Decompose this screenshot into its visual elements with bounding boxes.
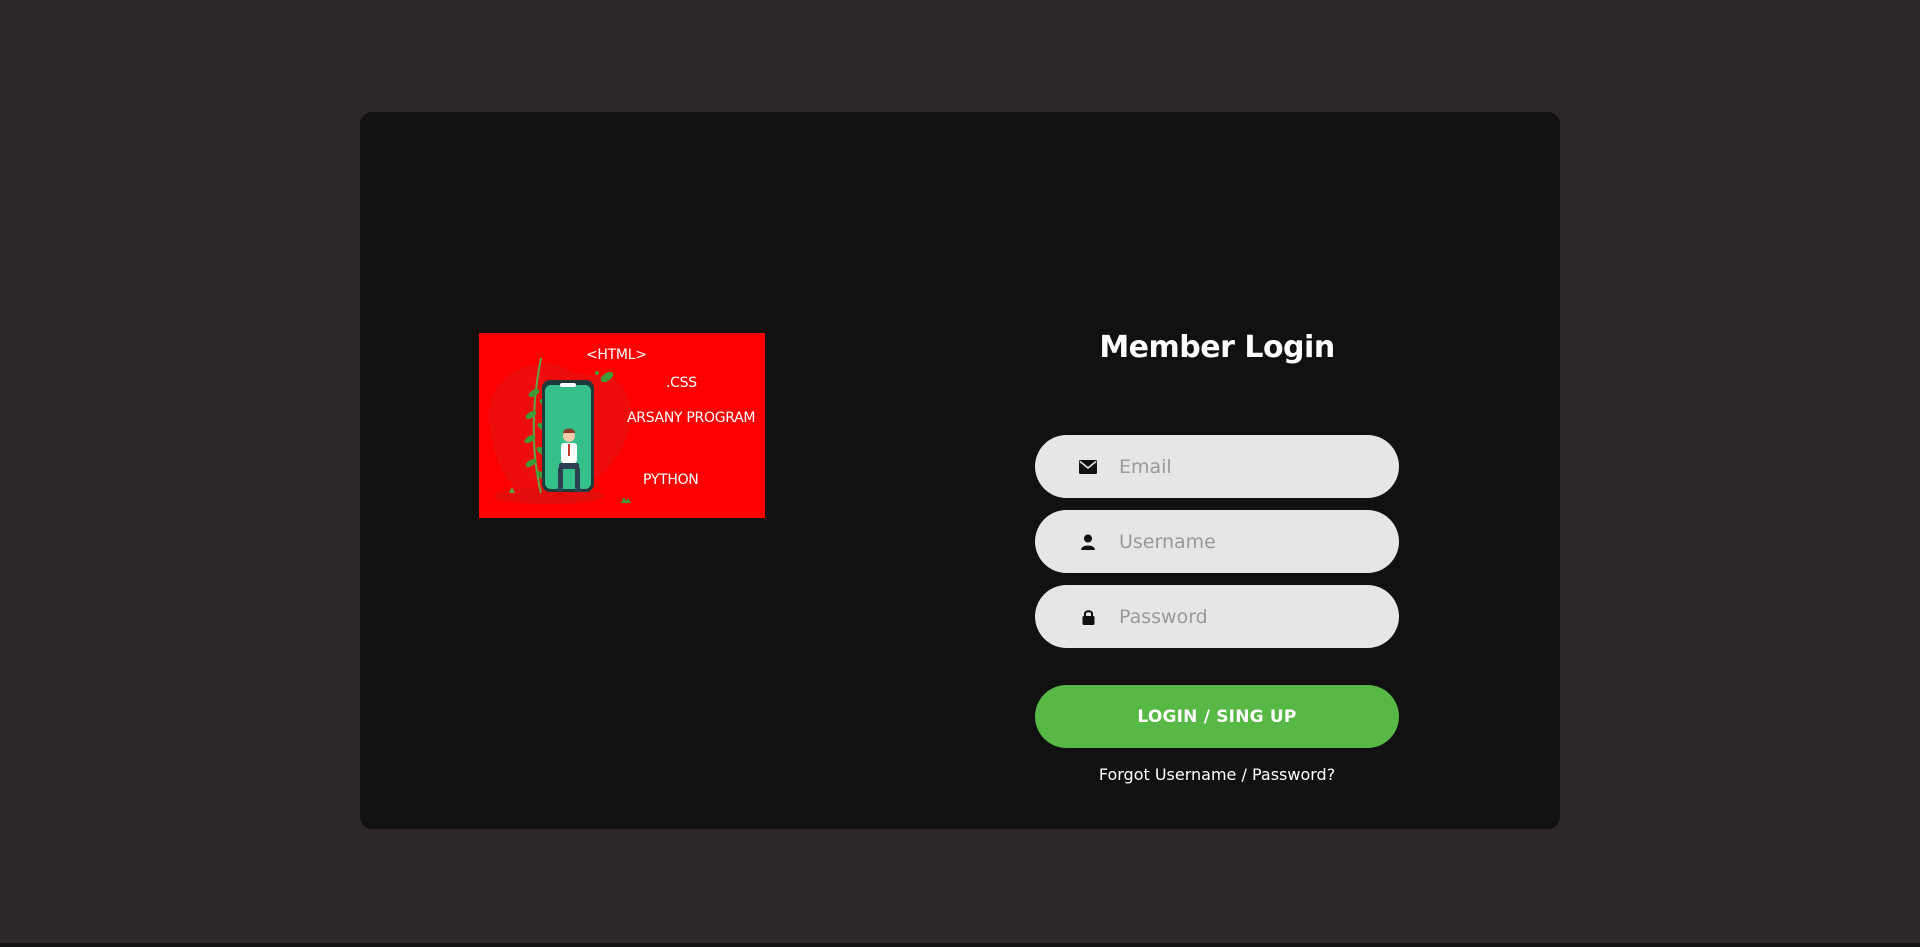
password-input[interactable] bbox=[1119, 585, 1379, 648]
page: <HTML> .CSS ARSANY PROGRAM PYTHON Member… bbox=[0, 0, 1920, 943]
email-field-wrapper bbox=[1035, 435, 1399, 498]
login-card: <HTML> .CSS ARSANY PROGRAM PYTHON Member… bbox=[360, 112, 1560, 829]
hero-illustration: <HTML> .CSS ARSANY PROGRAM PYTHON bbox=[479, 333, 765, 518]
hero-text-arsany: ARSANY PROGRAM bbox=[627, 410, 756, 426]
lock-icon bbox=[1078, 607, 1098, 627]
form-title: Member Login bbox=[1099, 330, 1335, 365]
login-form: Member Login Email Username LOGIN / SING… bbox=[1035, 112, 1399, 829]
user-icon bbox=[1078, 532, 1098, 552]
username-input[interactable] bbox=[1119, 510, 1379, 573]
password-field-wrapper bbox=[1035, 585, 1399, 648]
username-field-wrapper bbox=[1035, 510, 1399, 573]
forgot-password-link[interactable]: Forgot Username / Password? bbox=[1035, 765, 1399, 784]
bottom-strip bbox=[0, 943, 1920, 947]
envelope-icon bbox=[1078, 457, 1098, 477]
login-button[interactable]: LOGIN / SING UP bbox=[1035, 685, 1399, 748]
hero-text-python: PYTHON bbox=[643, 472, 699, 488]
hero-text-html: <HTML> bbox=[586, 347, 647, 363]
hero-text-css: .CSS bbox=[666, 375, 697, 391]
email-input[interactable] bbox=[1119, 435, 1379, 498]
